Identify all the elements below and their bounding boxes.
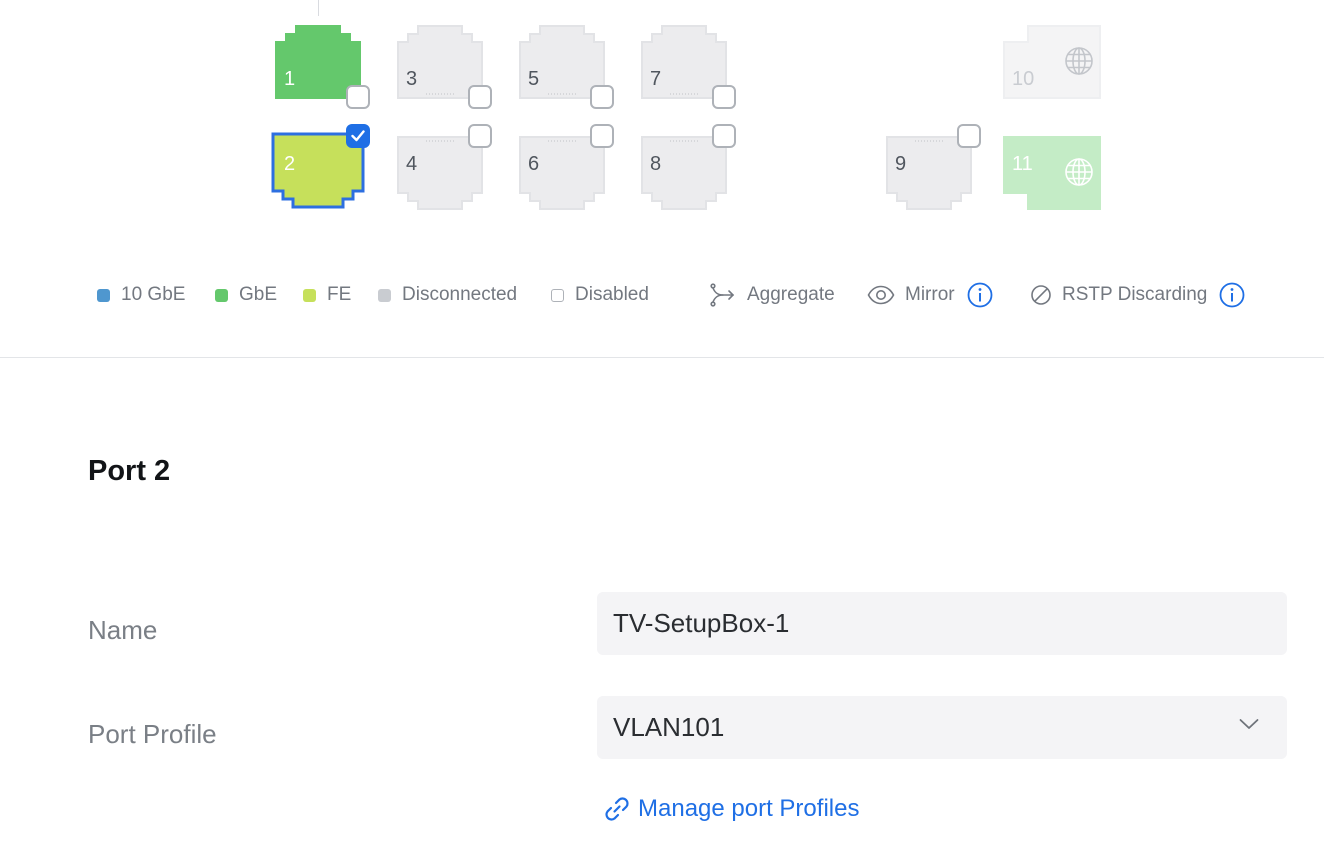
port-number: 8 — [650, 153, 662, 175]
port-profile-select[interactable]: VLAN101 — [597, 696, 1287, 759]
legend-label: Mirror — [905, 284, 955, 305]
legend-item-10gbe: 10 GbE — [97, 283, 185, 307]
legend-label: Aggregate — [747, 284, 835, 305]
section-divider — [0, 357, 1324, 358]
legend-label: FE — [327, 284, 352, 305]
legend-label: GbE — [239, 284, 278, 305]
port-number: 10 — [1012, 68, 1035, 90]
legend-swatch — [215, 288, 228, 302]
legend-swatch — [551, 288, 564, 302]
legend-label: 10 GbE — [121, 284, 186, 305]
port-number: 3 — [406, 68, 418, 90]
port-3-checkbox[interactable] — [468, 85, 492, 109]
link-icon — [605, 797, 629, 821]
checkmark-icon — [351, 130, 365, 142]
port-5-checkbox[interactable] — [590, 85, 614, 109]
legend-label: RSTP Discarding — [1062, 284, 1208, 305]
legend-swatch — [97, 288, 110, 302]
legend-item-mirror: Mirror — [867, 282, 993, 308]
port-number: 2 — [284, 153, 296, 175]
manage-link-label: Manage port Profiles — [638, 795, 860, 822]
port-7-checkbox[interactable] — [712, 85, 736, 109]
legend-swatch — [303, 288, 316, 302]
port-6-checkbox[interactable] — [590, 124, 614, 148]
port-number: 9 — [895, 153, 907, 175]
discarding-icon — [1031, 285, 1051, 305]
port-number: 6 — [528, 153, 540, 175]
legend-label: Disconnected — [402, 284, 518, 305]
legend-swatch — [378, 288, 391, 302]
name-label: Name — [88, 615, 158, 645]
name-input-value: TV-SetupBox-1 — [613, 608, 790, 638]
port-profile-value: VLAN101 — [613, 712, 725, 742]
port-title: Port 2 — [88, 455, 171, 487]
globe-icon — [1065, 158, 1093, 186]
port-4-checkbox[interactable] — [468, 124, 492, 148]
globe-icon — [1065, 47, 1093, 75]
port-1-checkbox[interactable] — [346, 85, 370, 109]
rstp-info-icon[interactable] — [1219, 282, 1245, 308]
legend-item-disabled: Disabled — [551, 283, 649, 307]
port-8-checkbox[interactable] — [712, 124, 736, 148]
mirror-info-icon[interactable] — [967, 282, 993, 308]
manage-port-profiles-link[interactable]: Manage port Profiles — [602, 793, 859, 825]
legend-item-rstp: RSTP Discarding — [1030, 282, 1245, 308]
port-number: 5 — [528, 68, 540, 90]
eye-icon — [867, 285, 895, 305]
legend-item-gbe: GbE — [215, 283, 277, 307]
connector-line — [318, 0, 319, 16]
legend-item-aggregate: Aggregate — [709, 283, 835, 307]
port-10[interactable]: 10 — [1002, 24, 1102, 100]
name-input[interactable]: TV-SetupBox-1 — [597, 592, 1287, 655]
legend-item-fe: FE — [303, 283, 351, 307]
port-number: 11 — [1012, 153, 1033, 175]
aggregate-icon — [710, 283, 735, 307]
legend-item-disconnected: Disconnected — [378, 283, 517, 307]
port-legend: 10 GbE GbE FE Disconnected Disabled Aggr… — [0, 282, 1324, 308]
port-11[interactable]: 11 — [1002, 135, 1102, 211]
port-number: 4 — [406, 153, 418, 175]
legend-label: Disabled — [575, 284, 649, 305]
port-2-checkbox[interactable] — [346, 124, 370, 148]
port-number: 7 — [650, 68, 662, 90]
chevron-down-icon — [1239, 719, 1259, 729]
port-number: 1 — [284, 68, 296, 90]
port-9-checkbox[interactable] — [957, 124, 981, 148]
port-profile-label: Port Profile — [88, 719, 217, 749]
